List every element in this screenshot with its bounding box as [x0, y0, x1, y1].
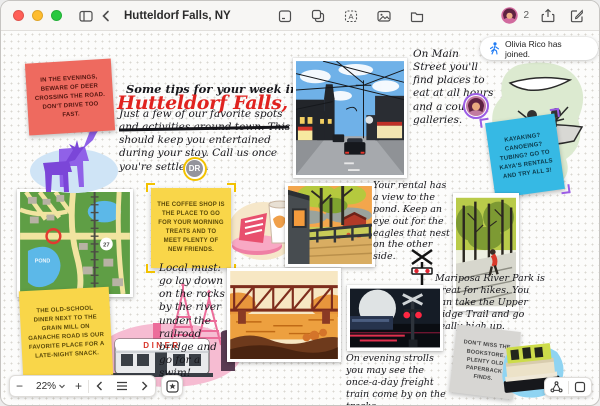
collaboration-cursors-button[interactable] — [545, 378, 568, 396]
deck-view-image[interactable] — [285, 183, 375, 267]
join-notification: Olivia Rico has joined. — [480, 37, 598, 60]
favorite-board-button[interactable] — [161, 375, 183, 397]
zoom-window-button[interactable] — [51, 10, 62, 21]
text-box-icon: A — [344, 9, 357, 22]
freeform-window: Hutteldorf Falls, NY A 2 27 POND IN THE … — [0, 0, 600, 406]
sidebar-toggle-button[interactable] — [76, 6, 96, 26]
board-list-button[interactable] — [110, 376, 134, 396]
new-board-button[interactable] — [567, 6, 587, 26]
window-controls — [13, 10, 62, 21]
media-icon — [377, 10, 391, 22]
zoom-navigation-bar: − 22% + — [9, 375, 157, 397]
collaborator-cursor-olivia — [463, 93, 489, 119]
chevron-right-icon — [142, 381, 148, 391]
person-joined-icon — [489, 42, 500, 55]
mariposa-note[interactable]: Mariposa River Park is great for hikes. … — [435, 273, 545, 332]
night-crossing-illustration — [350, 288, 440, 348]
chevron-left-icon — [96, 381, 103, 391]
previous-board-button[interactable] — [89, 376, 110, 396]
sticky-note-coffee[interactable]: THE COFFEE SHOP IS THE PLACE TO GO FOR Y… — [146, 183, 236, 273]
olivia-avatar-icon — [466, 96, 486, 116]
text-box-tool-button[interactable]: A — [341, 6, 361, 26]
olivia-avatar — [465, 95, 487, 117]
zoom-out-button[interactable]: − — [10, 376, 29, 396]
zoom-in-button[interactable]: + — [69, 376, 88, 396]
town-map-image[interactable]: 27 POND — [17, 189, 133, 297]
sticky-note-kayak-text: KAYAKING? CANOEING? TUBING? GO TO KAYA'S… — [499, 132, 554, 180]
shapes-icon — [311, 9, 324, 22]
svg-text:A: A — [348, 12, 353, 21]
shapes-tool-button[interactable] — [308, 6, 328, 26]
pond-label: POND — [35, 259, 51, 265]
sticky-note-deer[interactable]: IN THE EVENINGS, BEWARE OF DEER CROSSING… — [24, 58, 116, 136]
railroad-bridge-image[interactable] — [227, 268, 341, 362]
media-tool-button[interactable] — [374, 6, 394, 26]
collaborators-avatar[interactable] — [501, 7, 519, 24]
sticky-note-coffee-text: THE COFFEE SHOP IS THE PLACE TO GO FOR Y… — [157, 202, 225, 253]
star-frame-icon — [165, 379, 179, 393]
board-title: Hutteldorf Falls, NY — [124, 9, 231, 22]
share-button[interactable] — [538, 6, 558, 26]
fit-to-view-button[interactable] — [569, 378, 591, 396]
zoom-level-button[interactable]: 22% — [29, 376, 69, 396]
strolls-note[interactable]: On evening strolls you may see the once-… — [346, 353, 448, 405]
sticky-note-deer-text: IN THE EVENINGS, BEWARE OF DEER CROSSING… — [34, 73, 106, 118]
insert-tools: A — [275, 6, 427, 26]
railroad-bridge-illustration — [230, 271, 338, 359]
folder-icon — [410, 11, 423, 22]
title-bar: Hutteldorf Falls, NY A 2 — [1, 1, 599, 31]
sticky-note-diner-text: THE OLD-SCHOOL DINER NEXT TO THE GRAIN M… — [28, 305, 105, 360]
minimize-button[interactable] — [32, 10, 43, 21]
chevron-left-icon — [102, 10, 109, 21]
collaborator-count: 2 — [523, 10, 529, 21]
view-options-bar — [544, 377, 592, 397]
main-street-image[interactable] — [293, 58, 407, 178]
deck-view-illustration — [288, 186, 372, 264]
back-button[interactable] — [96, 6, 116, 26]
compose-icon — [570, 8, 583, 22]
route-badge: 27 — [103, 243, 110, 249]
close-button[interactable] — [13, 10, 24, 21]
main-street-illustration — [296, 61, 404, 175]
insert-file-button[interactable] — [407, 6, 427, 26]
sidebar-icon — [79, 10, 93, 22]
night-crossing-image[interactable] — [347, 285, 443, 351]
sticky-note-tool-button[interactable] — [275, 6, 295, 26]
local-must-note[interactable]: Local must: go lay down on the rocks by … — [159, 262, 231, 380]
frame-icon — [574, 381, 586, 393]
sticky-note-icon — [278, 9, 291, 22]
board-canvas[interactable]: 27 POND IN THE EVENINGS, BEWARE OF DEER … — [1, 31, 599, 405]
dr-avatar: DR — [186, 160, 203, 177]
town-map-illustration: 27 POND — [20, 192, 130, 294]
collaboration-cursors-icon — [550, 381, 563, 393]
avatar-icon — [501, 7, 519, 24]
chevron-down-icon — [59, 384, 65, 389]
share-icon — [541, 8, 555, 22]
intro-note[interactable]: Just a few of our favorite spots and act… — [119, 108, 297, 174]
next-board-button[interactable] — [134, 376, 155, 396]
join-notification-text: Olivia Rico has joined. — [504, 38, 562, 59]
zoom-level-value: 22% — [36, 380, 57, 392]
sticky-note-kayak[interactable]: KAYAKING? CANOEING? TUBING? GO TO KAYA'S… — [479, 107, 571, 205]
sticky-note-diner[interactable]: THE OLD-SCHOOL DINER NEXT TO THE GRAIN M… — [18, 286, 114, 380]
collaborator-cursor-dr: DR — [183, 157, 207, 181]
titlebar-right: 2 — [501, 6, 587, 26]
list-icon — [117, 381, 128, 391]
